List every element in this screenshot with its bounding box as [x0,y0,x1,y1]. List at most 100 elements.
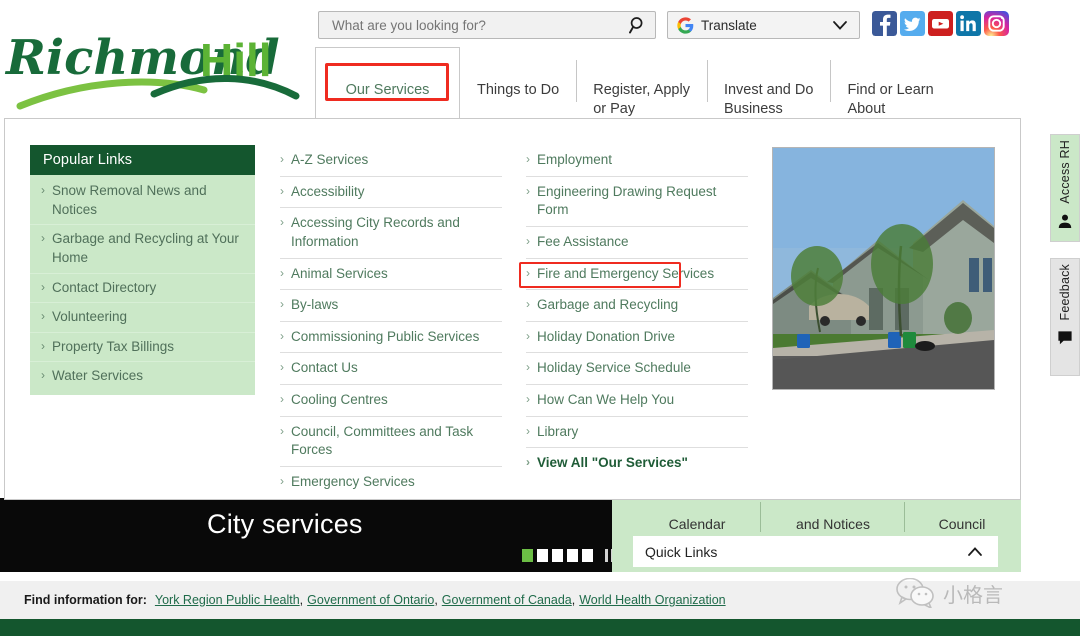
tab-find-or-learn-about[interactable]: Find or Learn About [830,47,950,118]
tab-register-apply-or-pay[interactable]: Register, Apply or Pay [576,47,707,118]
chevron-right-icon: › [41,231,45,246]
linkedin-icon[interactable] [956,11,981,36]
panel-tab-council-label: Council [938,515,986,532]
service-link[interactable]: › Library [526,417,748,449]
panel-tab-news-and-notices[interactable]: and Notices [764,498,902,533]
chevron-right-icon: › [280,297,284,312]
quick-links-accordion[interactable]: Quick Links [633,536,998,567]
service-link[interactable]: › Fire and Emergency Services [526,259,748,291]
chevron-up-icon [968,546,982,556]
panel-tab-calendar[interactable]: Calendar [636,498,758,533]
popular-links-list: › Snow Removal News and Notices › Garbag… [30,175,255,395]
service-link[interactable]: › Engineering Drawing Request Form [526,177,748,227]
service-link[interactable]: › Accessibility [280,177,502,209]
popular-link-item[interactable]: › Garbage and Recycling at Your Home [30,225,255,274]
service-link-label: View All "Our Services" [537,455,688,471]
chevron-right-icon: › [526,392,530,406]
promo-image [772,147,995,390]
service-link-label: By-laws [291,297,339,313]
panel-tab-divider [760,502,761,532]
service-link[interactable]: › Commissioning Public Services [280,322,502,354]
instagram-icon[interactable] [984,11,1009,36]
service-link-label: Commissioning Public Services [291,328,480,344]
tab-our-services-label: Our Services [345,82,430,99]
chevron-right-icon: › [280,473,284,488]
carousel-dot-4[interactable] [567,549,578,562]
person-icon [1058,214,1072,228]
footer-separator: , [299,593,304,607]
service-link-label: Accessibility [291,183,365,199]
popular-links-panel: Popular Links › Snow Removal News and No… [30,145,255,395]
carousel-dot-2[interactable] [537,549,548,562]
tab-things-to-do[interactable]: Things to Do [460,47,576,118]
service-link[interactable]: › Holiday Donation Drive [526,322,748,354]
panel-tab-calendar-label: Calendar [668,515,726,532]
service-link[interactable]: › Council, Committees and Task Forces [280,417,502,467]
chevron-right-icon: › [280,215,284,230]
main-navigation: Our Services Things to Do Register, Appl… [315,47,951,133]
access-rh-tab[interactable]: Access RH [1050,134,1080,242]
service-link[interactable]: › A-Z Services [280,145,502,177]
search-input[interactable] [319,17,621,33]
services-column-2: › Employment › Engineering Drawing Request… [526,145,748,479]
service-link-label: Fee Assistance [537,233,629,249]
service-link-garbage-and-recycling[interactable]: › Garbage and Recycling [526,290,748,322]
twitter-icon[interactable] [900,11,925,36]
service-link-label: Garbage and Recycling [537,297,679,313]
popular-link-label: Garbage and Recycling at Your Home [52,231,239,265]
footer-link-government-of-canada[interactable]: Government of Canada [442,593,572,607]
footer-separator: , [571,593,576,607]
popular-link-label: Property Tax Billings [52,338,175,354]
service-link-label: Engineering Drawing Request Form [537,183,717,218]
footer-green-bar [0,619,1080,636]
popular-link-item[interactable]: › Property Tax Billings [30,333,255,363]
popular-link-label: Contact Directory [52,279,157,295]
search-box[interactable] [318,11,656,39]
chevron-right-icon: › [280,392,284,406]
chevron-right-icon: › [280,152,284,166]
panel-tab-news-and-notices-label: and Notices [796,515,870,532]
service-link-label: Employment [537,152,613,167]
feedback-tab[interactable]: Feedback [1050,258,1080,376]
neighbourhood-photo-icon [773,148,994,389]
translate-dropdown[interactable]: Translate [667,11,860,39]
popular-link-item[interactable]: › Water Services [30,362,255,391]
chevron-right-icon: › [526,233,530,248]
youtube-icon[interactable] [928,11,953,36]
service-link[interactable]: › Accessing City Records and Information [280,208,502,259]
service-link[interactable]: › Cooling Centres [280,385,502,417]
chevron-right-icon: › [526,423,530,438]
service-link[interactable]: › By-laws [280,290,502,322]
service-link[interactable]: › How Can We Help You [526,385,748,417]
carousel-dot-5[interactable] [582,549,593,562]
chevron-right-icon: › [526,328,530,343]
service-link[interactable]: › Emergency Services [280,467,502,498]
service-link[interactable]: › Contact Us [280,353,502,385]
service-link-view-all[interactable]: › View All "Our Services" [526,448,748,479]
search-button[interactable] [621,12,655,38]
footer-link-york-region-public-health[interactable]: York Region Public Health [155,593,300,607]
translate-label: Translate [701,17,757,33]
chevron-right-icon: › [41,368,45,383]
popular-link-item[interactable]: › Snow Removal News and Notices [30,177,255,226]
panel-tab-council[interactable]: Council [908,498,1016,533]
richmond-hill-logo-icon: Richmond Hill [4,30,300,110]
service-link[interactable]: › Employment [526,145,748,177]
footer-link-government-of-ontario[interactable]: Government of Ontario [307,593,434,607]
facebook-icon[interactable] [872,11,897,36]
chevron-right-icon: › [280,328,284,343]
footer-link-world-health-organization[interactable]: World Health Organization [579,593,725,607]
chevron-right-icon: › [526,183,530,198]
tab-invest-and-do-business[interactable]: Invest and Do Business [706,47,830,118]
carousel-dot-3[interactable] [552,549,563,562]
service-link[interactable]: › Animal Services [280,259,502,291]
service-link[interactable]: › Holiday Service Schedule [526,353,748,385]
carousel-dot-1[interactable] [522,549,533,562]
site-logo[interactable]: Richmond Hill [4,14,314,110]
service-link-label: A-Z Services [291,152,369,167]
service-link[interactable]: › Fee Assistance [526,227,748,259]
chevron-right-icon: › [280,183,284,198]
popular-link-item[interactable]: › Contact Directory [30,274,255,304]
popular-link-item[interactable]: › Volunteering [30,303,255,333]
chevron-down-icon [833,21,847,30]
